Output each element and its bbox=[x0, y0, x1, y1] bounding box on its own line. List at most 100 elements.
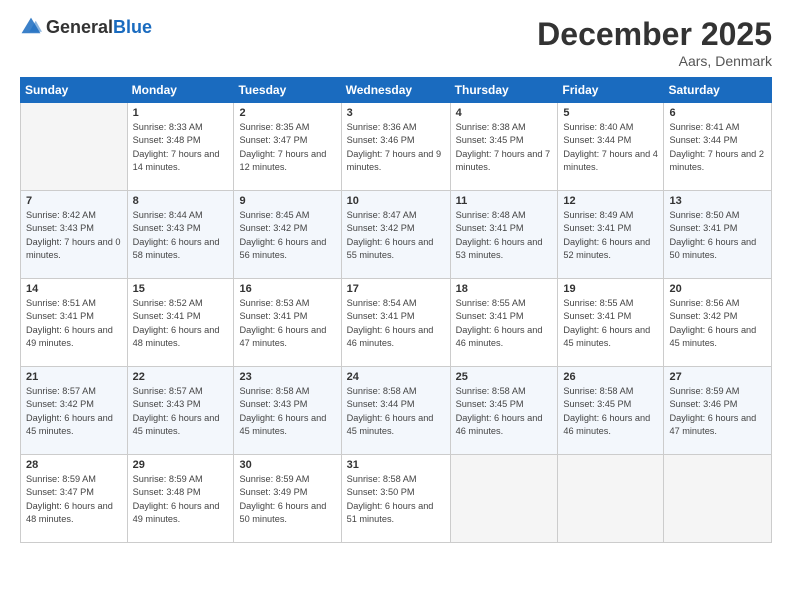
day-number: 9 bbox=[239, 195, 335, 207]
calendar-cell: 1Sunrise: 8:33 AMSunset: 3:48 PMDaylight… bbox=[127, 103, 234, 191]
day-number: 16 bbox=[239, 283, 335, 295]
weekday-header-monday: Monday bbox=[127, 78, 234, 103]
calendar-cell: 25 Sunrise: 8:58 AMSunset: 3:45 PMDayligh… bbox=[450, 367, 558, 455]
day-number: 4 bbox=[456, 107, 553, 119]
week-row-5: 28 Sunrise: 8:59 AMSunset: 3:47 PMDayligh… bbox=[21, 455, 772, 543]
calendar-cell: 20 Sunrise: 8:56 AMSunset: 3:42 PMDayligh… bbox=[664, 279, 772, 367]
day-number: 13 bbox=[669, 195, 766, 207]
day-info: Sunrise: 8:55 AMSunset: 3:41 PMDaylight:… bbox=[456, 297, 553, 350]
day-info: Sunrise: 8:35 AMSunset: 3:47 PMDaylight:… bbox=[239, 121, 335, 174]
day-number: 8 bbox=[133, 195, 229, 207]
calendar-cell: 26 Sunrise: 8:58 AMSunset: 3:45 PMDayligh… bbox=[558, 367, 664, 455]
calendar-cell: 9 Sunrise: 8:45 AMSunset: 3:42 PMDaylight… bbox=[234, 191, 341, 279]
calendar-cell: 6 Sunrise: 8:41 AMSunset: 3:44 PMDaylight… bbox=[664, 103, 772, 191]
day-info: Sunrise: 8:55 AMSunset: 3:41 PMDaylight:… bbox=[563, 297, 658, 350]
calendar-cell: 15Sunrise: 8:52 AMSunset: 3:41 PMDayligh… bbox=[127, 279, 234, 367]
logo-general: General bbox=[46, 17, 113, 37]
logo-icon bbox=[20, 16, 42, 38]
day-info: Sunrise: 8:44 AMSunset: 3:43 PMDaylight:… bbox=[133, 209, 229, 262]
day-info: Sunrise: 8:58 AMSunset: 3:45 PMDaylight:… bbox=[563, 385, 658, 438]
weekday-header-wednesday: Wednesday bbox=[341, 78, 450, 103]
day-number: 26 bbox=[563, 371, 658, 383]
day-number: 10 bbox=[347, 195, 445, 207]
calendar-cell bbox=[664, 455, 772, 543]
header: GeneralBlue December 2025 Aars, Denmark bbox=[20, 16, 772, 69]
day-number: 23 bbox=[239, 371, 335, 383]
day-number: 6 bbox=[669, 107, 766, 119]
calendar-cell: 21 Sunrise: 8:57 AMSunset: 3:42 PMDayligh… bbox=[21, 367, 128, 455]
day-info: Sunrise: 8:58 AMSunset: 3:45 PMDaylight:… bbox=[456, 385, 553, 438]
day-info: Sunrise: 8:52 AMSunset: 3:41 PMDaylight:… bbox=[133, 297, 229, 350]
calendar-cell: 7Sunrise: 8:42 AMSunset: 3:43 PMDaylight… bbox=[21, 191, 128, 279]
day-number: 25 bbox=[456, 371, 553, 383]
calendar-cell: 31 Sunrise: 8:58 AMSunset: 3:50 PMDayligh… bbox=[341, 455, 450, 543]
day-number: 27 bbox=[669, 371, 766, 383]
day-info: Sunrise: 8:50 AMSunset: 3:41 PMDaylight:… bbox=[669, 209, 766, 262]
calendar-cell: 30 Sunrise: 8:59 AMSunset: 3:49 PMDayligh… bbox=[234, 455, 341, 543]
day-number: 30 bbox=[239, 459, 335, 471]
day-info: Sunrise: 8:57 AMSunset: 3:42 PMDaylight:… bbox=[26, 385, 122, 438]
calendar-cell: 24 Sunrise: 8:58 AMSunset: 3:44 PMDayligh… bbox=[341, 367, 450, 455]
calendar-cell: 3Sunrise: 8:36 AMSunset: 3:46 PMDaylight… bbox=[341, 103, 450, 191]
calendar-cell: 5 Sunrise: 8:40 AMSunset: 3:44 PMDaylight… bbox=[558, 103, 664, 191]
day-info: Sunrise: 8:40 AMSunset: 3:44 PMDaylight:… bbox=[563, 121, 658, 174]
day-number: 2 bbox=[239, 107, 335, 119]
day-info: Sunrise: 8:59 AMSunset: 3:48 PMDaylight:… bbox=[133, 473, 229, 526]
title-area: December 2025 Aars, Denmark bbox=[537, 16, 772, 69]
day-number: 31 bbox=[347, 459, 445, 471]
day-info: Sunrise: 8:51 AMSunset: 3:41 PMDaylight:… bbox=[26, 297, 122, 350]
logo-text: GeneralBlue bbox=[46, 17, 152, 38]
day-info: Sunrise: 8:48 AMSunset: 3:41 PMDaylight:… bbox=[456, 209, 553, 262]
calendar-cell: 4Sunrise: 8:38 AMSunset: 3:45 PMDaylight… bbox=[450, 103, 558, 191]
day-number: 21 bbox=[26, 371, 122, 383]
weekday-header-sunday: Sunday bbox=[21, 78, 128, 103]
calendar-cell bbox=[558, 455, 664, 543]
weekday-header-row: SundayMondayTuesdayWednesdayThursdayFrid… bbox=[21, 78, 772, 103]
day-info: Sunrise: 8:59 AMSunset: 3:46 PMDaylight:… bbox=[669, 385, 766, 438]
day-number: 3 bbox=[347, 107, 445, 119]
day-number: 22 bbox=[133, 371, 229, 383]
calendar-cell: 16 Sunrise: 8:53 AMSunset: 3:41 PMDayligh… bbox=[234, 279, 341, 367]
day-info: Sunrise: 8:33 AMSunset: 3:48 PMDaylight:… bbox=[133, 121, 229, 174]
day-info: Sunrise: 8:45 AMSunset: 3:42 PMDaylight:… bbox=[239, 209, 335, 262]
calendar-cell: 13 Sunrise: 8:50 AMSunset: 3:41 PMDayligh… bbox=[664, 191, 772, 279]
weekday-header-thursday: Thursday bbox=[450, 78, 558, 103]
calendar-cell: 14 Sunrise: 8:51 AMSunset: 3:41 PMDayligh… bbox=[21, 279, 128, 367]
day-info: Sunrise: 8:42 AMSunset: 3:43 PMDaylight:… bbox=[26, 209, 122, 262]
day-info: Sunrise: 8:59 AMSunset: 3:49 PMDaylight:… bbox=[239, 473, 335, 526]
day-number: 24 bbox=[347, 371, 445, 383]
calendar-cell: 23 Sunrise: 8:58 AMSunset: 3:43 PMDayligh… bbox=[234, 367, 341, 455]
day-info: Sunrise: 8:56 AMSunset: 3:42 PMDaylight:… bbox=[669, 297, 766, 350]
week-row-2: 7Sunrise: 8:42 AMSunset: 3:43 PMDaylight… bbox=[21, 191, 772, 279]
calendar-cell: 17Sunrise: 8:54 AMSunset: 3:41 PMDayligh… bbox=[341, 279, 450, 367]
day-number: 19 bbox=[563, 283, 658, 295]
calendar-cell: 18 Sunrise: 8:55 AMSunset: 3:41 PMDayligh… bbox=[450, 279, 558, 367]
calendar-cell: 19 Sunrise: 8:55 AMSunset: 3:41 PMDayligh… bbox=[558, 279, 664, 367]
weekday-header-saturday: Saturday bbox=[664, 78, 772, 103]
weekday-header-tuesday: Tuesday bbox=[234, 78, 341, 103]
calendar-cell: 8 Sunrise: 8:44 AMSunset: 3:43 PMDaylight… bbox=[127, 191, 234, 279]
week-row-3: 14 Sunrise: 8:51 AMSunset: 3:41 PMDayligh… bbox=[21, 279, 772, 367]
day-number: 20 bbox=[669, 283, 766, 295]
month-title: December 2025 bbox=[537, 16, 772, 53]
calendar-cell bbox=[450, 455, 558, 543]
day-number: 17 bbox=[347, 283, 445, 295]
day-info: Sunrise: 8:58 AMSunset: 3:44 PMDaylight:… bbox=[347, 385, 445, 438]
day-number: 18 bbox=[456, 283, 553, 295]
calendar-cell: 2 Sunrise: 8:35 AMSunset: 3:47 PMDaylight… bbox=[234, 103, 341, 191]
day-info: Sunrise: 8:58 AMSunset: 3:50 PMDaylight:… bbox=[347, 473, 445, 526]
calendar-cell: 12Sunrise: 8:49 AMSunset: 3:41 PMDayligh… bbox=[558, 191, 664, 279]
day-number: 12 bbox=[563, 195, 658, 207]
day-info: Sunrise: 8:58 AMSunset: 3:43 PMDaylight:… bbox=[239, 385, 335, 438]
logo: GeneralBlue bbox=[20, 16, 152, 38]
calendar-cell bbox=[21, 103, 128, 191]
day-info: Sunrise: 8:59 AMSunset: 3:47 PMDaylight:… bbox=[26, 473, 122, 526]
day-number: 5 bbox=[563, 107, 658, 119]
day-info: Sunrise: 8:47 AMSunset: 3:42 PMDaylight:… bbox=[347, 209, 445, 262]
day-info: Sunrise: 8:41 AMSunset: 3:44 PMDaylight:… bbox=[669, 121, 766, 174]
day-number: 11 bbox=[456, 195, 553, 207]
day-info: Sunrise: 8:53 AMSunset: 3:41 PMDaylight:… bbox=[239, 297, 335, 350]
day-number: 14 bbox=[26, 283, 122, 295]
weekday-header-friday: Friday bbox=[558, 78, 664, 103]
day-number: 28 bbox=[26, 459, 122, 471]
